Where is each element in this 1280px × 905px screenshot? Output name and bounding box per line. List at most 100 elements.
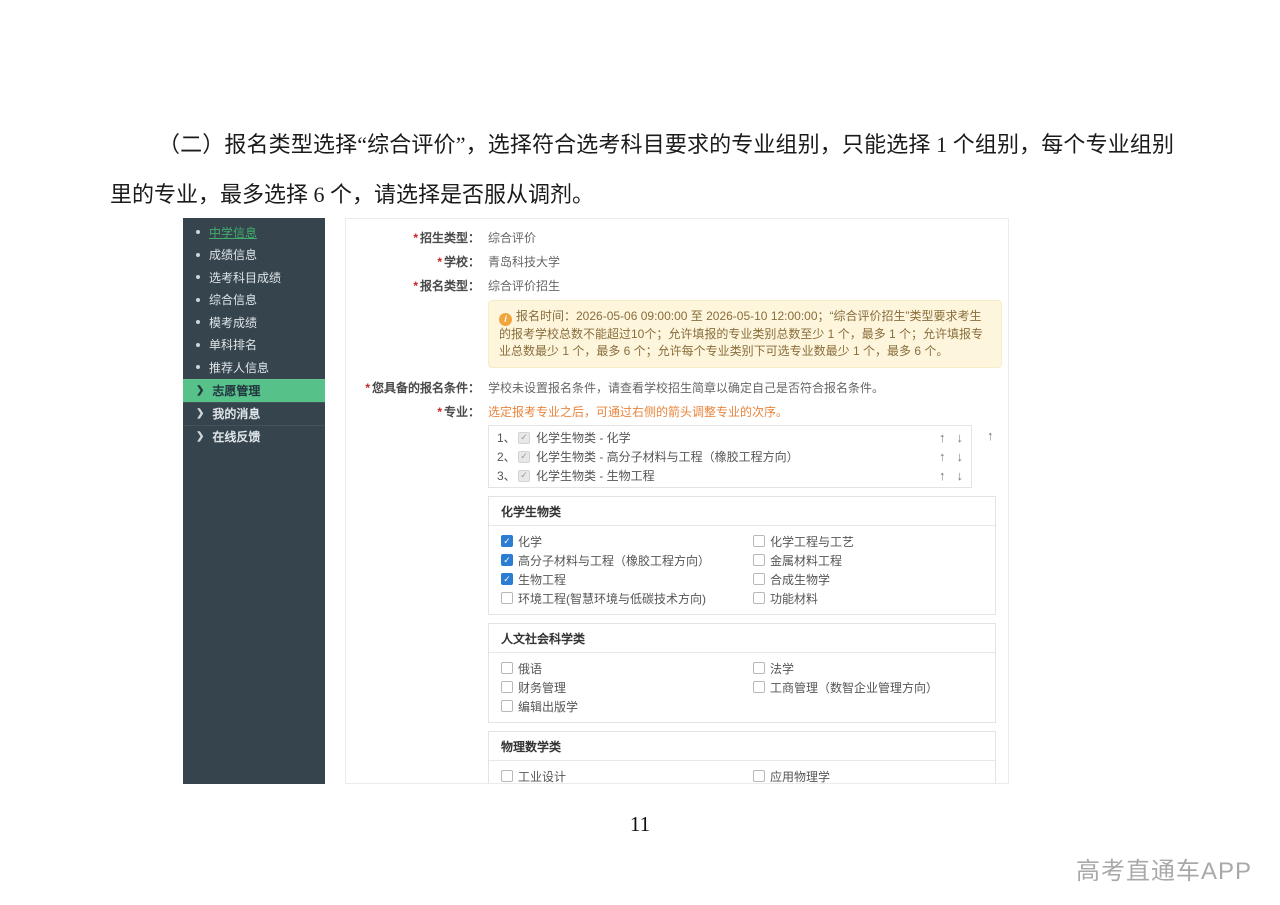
required-asterisk: * [413,278,418,293]
move-down-icon[interactable]: ↓ [957,430,964,445]
sidebar-item-my-messages[interactable]: ❯ 我的消息 [183,401,325,425]
selected-major-label: 化学生物类 - 化学 [536,431,631,445]
sidebar-item-single-subject-ranking[interactable]: 单科排名 [183,334,325,357]
major-option[interactable]: ✓ 高分子材料与工程（橡胶工程方向） [501,553,753,568]
sidebar-item-recommender-info[interactable]: 推荐人信息 [183,356,325,379]
group-title: 化学生物类 [489,497,995,526]
checkbox-unchecked-icon[interactable] [753,662,765,674]
major-option[interactable]: 金属材料工程 [753,553,983,568]
checkbox-unchecked-icon[interactable] [501,770,513,782]
form-panel: * 招生类型： 综合评价 * 学校： 青岛科技大学 * 报名类型： 综合评价招生 i报… [345,218,1009,784]
selected-major-row: 3、 ✓ 化学生物类 - 生物工程 ↑ ↓ [489,466,971,485]
selected-majors-list: 1、 ✓ 化学生物类 - 化学 ↑ ↓ 2、 ✓ 化学生物类 - 高分子材料与工… [488,425,972,488]
major-option[interactable]: 俄语 [501,661,753,676]
selected-major-row: 2、 ✓ 化学生物类 - 高分子材料与工程（橡胶工程方向） ↑ ↓ [489,447,971,466]
chevron-right-icon: ❯ [196,408,205,419]
checkbox-unchecked-icon[interactable] [501,700,513,712]
chevron-right-icon: ❯ [196,431,205,442]
major-option[interactable]: 财务管理 [501,680,753,695]
major-option[interactable]: 功能材料 [753,591,983,606]
checkbox-unchecked-icon[interactable] [753,681,765,693]
option-label: 高分子材料与工程（橡胶工程方向） [518,553,711,568]
page-number: 11 [629,812,651,836]
chevron-right-icon: ❯ [196,385,205,396]
sidebar-item-mock-exam-scores[interactable]: 模考成绩 [183,311,325,334]
row-number: 1、 [497,431,516,445]
move-up-icon[interactable]: ↑ [939,468,946,483]
sidebar-item-label: 我的消息 [212,407,261,421]
major-group-chemistry-biology: 化学生物类 ✓ 化学 化学工程与工艺 ✓ 高分子材料与工程（橡胶工程方向） 金属… [488,496,996,615]
row-number: 3、 [497,469,516,483]
bullet-icon [196,230,200,235]
major-order-hint: 选定报考专业之后，可通过右侧的箭头调整专业的次序。 [488,404,789,419]
move-down-icon[interactable]: ↓ [957,468,964,483]
option-label: 化学 [518,534,543,549]
sidebar-item-online-feedback[interactable]: ❯ 在线反馈 [183,424,325,448]
option-label: 编辑出版学 [518,699,579,714]
selected-major-row: 1、 ✓ 化学生物类 - 化学 ↑ ↓ [489,428,971,447]
condition-text: 学校未设置报名条件，请查看学校招生简章以确定自己是否符合报名条件。 [488,380,885,395]
major-option[interactable]: 工商管理（数智企业管理方向） [753,680,983,695]
selected-major-label: 化学生物类 - 生物工程 [536,469,655,483]
move-to-top-icon[interactable]: ↑ [987,428,994,443]
sidebar-item-middle-school-info[interactable]: 中学信息 [183,221,325,244]
group-title: 物理数学类 [489,732,995,761]
major-option[interactable]: 应用物理学 [753,769,983,783]
sidebar-item-elective-subject-scores[interactable]: 选考科目成绩 [183,266,325,289]
major-option[interactable]: 合成生物学 [753,572,983,587]
sidebar-item-label: 综合信息 [209,293,258,308]
option-label: 环境工程(智慧环境与低碳技术方向) [518,591,706,606]
sidebar-item-label: 选考科目成绩 [209,270,282,285]
checkbox-unchecked-icon[interactable] [753,592,765,604]
major-option[interactable]: 化学工程与工艺 [753,534,983,549]
sidebar-item-comprehensive-info[interactable]: 综合信息 [183,289,325,312]
checkbox-unchecked-icon[interactable] [753,554,765,566]
major-group-humanities-social-sciences: 人文社会科学类 俄语 法学 财务管理 工商管理（数智企业管理方向） 编辑出版学 [488,623,996,723]
bullet-icon [196,365,200,370]
checkbox-unchecked-icon[interactable] [501,662,513,674]
sidebar-item-application-management[interactable]: ❯ 志愿管理 [183,378,325,402]
checkbox-checked-icon[interactable]: ✓ [501,535,513,547]
field-label: * 学校： [437,254,480,269]
move-up-icon[interactable]: ↑ [939,430,946,445]
field-label: * 报名类型： [413,278,480,293]
checkbox-disabled-checked-icon: ✓ [518,469,530,482]
info-icon: i [499,313,512,326]
sidebar-item-label: 模考成绩 [209,315,258,330]
bullet-icon [196,320,200,325]
registration-notice: i 报名时间：2026-05-06 09:00:00 至 2026-05-10 1… [488,300,1002,368]
field-label: * 专业： [437,404,480,419]
checkbox-unchecked-icon[interactable] [753,770,765,782]
move-up-icon[interactable]: ↑ [939,449,946,464]
checkbox-unchecked-icon[interactable] [501,681,513,693]
required-asterisk: * [437,254,442,269]
field-label: * 招生类型： [413,230,480,245]
required-asterisk: * [413,230,418,245]
move-down-icon[interactable]: ↓ [957,449,964,464]
checkbox-unchecked-icon[interactable] [501,592,513,604]
major-option[interactable]: 法学 [753,661,983,676]
group-title: 人文社会科学类 [489,624,995,653]
bullet-icon [196,297,200,302]
selected-major-label: 化学生物类 - 高分子材料与工程（橡胶工程方向） [536,450,799,464]
sidebar-item-label: 成绩信息 [209,248,258,263]
sidebar-item-label: 单科排名 [209,338,258,353]
field-label: * 您具备的报名条件： [365,380,480,395]
form-row-registration-type: * 报名类型： 综合评价招生 [346,273,1008,297]
field-value: 综合评价 [488,230,537,245]
checkbox-checked-icon[interactable]: ✓ [501,554,513,566]
form-row-major: * 专业： 选定报考专业之后，可通过右侧的箭头调整专业的次序。 [346,399,1008,423]
major-option[interactable]: 环境工程(智慧环境与低碳技术方向) [501,591,753,606]
checkbox-disabled-checked-icon: ✓ [518,450,530,463]
option-label: 化学工程与工艺 [770,534,855,549]
field-value: 青岛科技大学 [488,254,561,269]
checkbox-unchecked-icon[interactable] [753,573,765,585]
checkbox-checked-icon[interactable]: ✓ [501,573,513,585]
major-option[interactable]: 工业设计 [501,769,753,783]
sidebar-item-score-info[interactable]: 成绩信息 [183,244,325,267]
major-option[interactable]: 编辑出版学 [501,699,753,714]
checkbox-unchecked-icon[interactable] [753,535,765,547]
bullet-icon [196,275,200,280]
major-option[interactable]: ✓ 生物工程 [501,572,753,587]
major-option[interactable]: ✓ 化学 [501,534,753,549]
